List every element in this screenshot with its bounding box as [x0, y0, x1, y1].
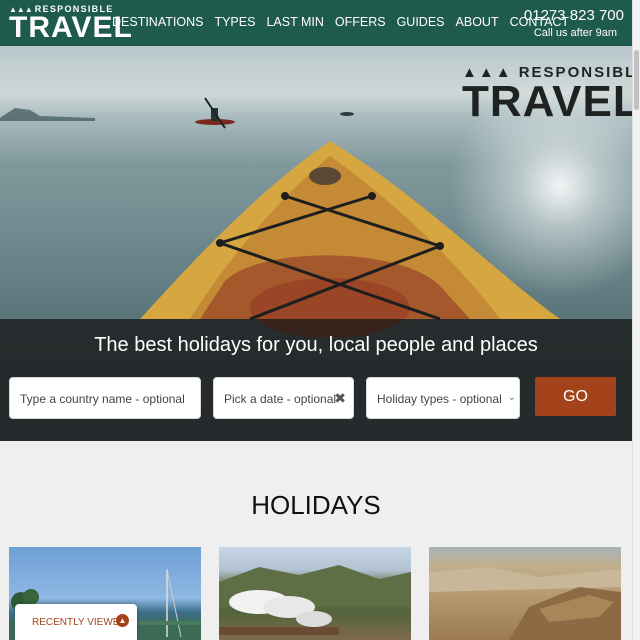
search-panel: The best holidays for you, local people … [0, 319, 632, 441]
holidays-heading: HOLIDAYS [251, 490, 381, 520]
date-picker-input[interactable]: Pick a date - optional ✖ [213, 377, 354, 419]
nav-last-min[interactable]: LAST MIN [266, 15, 323, 29]
holiday-card[interactable] [219, 547, 411, 640]
holiday-types-select[interactable]: Holiday types - optional ⌄ [366, 377, 520, 419]
nav-guides[interactable]: GUIDES [397, 15, 445, 29]
main-nav: DESTINATIONS TYPES LAST MIN OFFERS GUIDE… [112, 15, 569, 29]
recently-viewed-label: RECENTLY VIEWED [32, 617, 127, 628]
nav-destinations[interactable]: DESTINATIONS [112, 15, 203, 29]
holiday-card[interactable] [429, 547, 621, 640]
country-placeholder: Type a country name - optional [20, 392, 185, 406]
go-button[interactable]: GO [535, 377, 616, 416]
nav-about[interactable]: ABOUT [456, 15, 499, 29]
hero-tagline: The best holidays for you, local people … [94, 334, 538, 356]
page-scrollbar[interactable] [632, 0, 640, 640]
phone-number[interactable]: 01273 823 700 [524, 7, 624, 24]
chevron-up-icon[interactable]: ▲ [116, 614, 129, 627]
date-placeholder: Pick a date - optional [224, 392, 337, 406]
site-logo[interactable]: ▲▲▲ RESPONSIBLE TRAVEL [9, 4, 132, 44]
steam-train-image [219, 565, 411, 635]
chevron-down-icon: ⌄ [507, 392, 516, 403]
site-header: ▲▲▲ RESPONSIBLE TRAVEL DESTINATIONS TYPES… [0, 0, 632, 46]
desert-fortress-image [429, 567, 621, 640]
types-placeholder: Holiday types - optional [377, 392, 502, 406]
hero-logo: ▲▲▲ RESPONSIBLE TRAVEL [462, 64, 632, 124]
nav-offers[interactable]: OFFERS [335, 15, 386, 29]
country-search-input[interactable]: Type a country name - optional [9, 377, 201, 419]
call-note: Call us after 9am [533, 27, 617, 39]
hero-logo-big-text: TRAVEL [462, 77, 632, 126]
close-icon[interactable]: ✖ [334, 390, 346, 407]
hero-banner: ▲▲▲ RESPONSIBLE TRAVEL The best holidays… [0, 46, 632, 441]
scrollbar-thumb[interactable] [634, 50, 639, 110]
nav-types[interactable]: TYPES [214, 15, 255, 29]
recently-viewed-tab[interactable]: RECENTLY VIEWED ▲ [15, 604, 137, 640]
